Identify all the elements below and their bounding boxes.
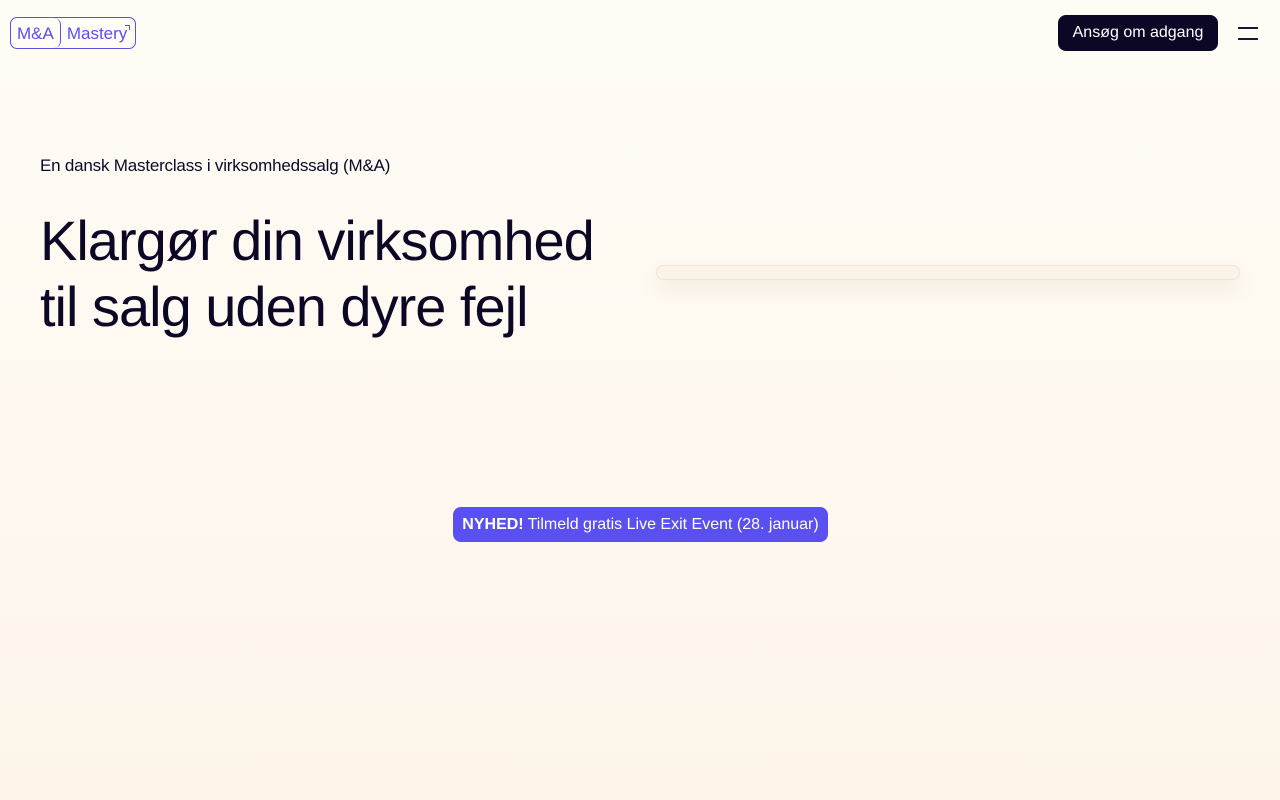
- logo-right-text: Mastery: [66, 23, 128, 43]
- hero-eyebrow: En dansk Masterclass i virksomhedssalg (…: [40, 156, 391, 175]
- hamburger-icon[interactable]: [1236, 24, 1260, 44]
- headline-line-2: til salg uden dyre fejl: [40, 275, 529, 338]
- menu-line: [1238, 27, 1258, 29]
- news-banner-link[interactable]: NYHED! Tilmeld gratis Live Exit Event (2…: [453, 507, 828, 542]
- arrow-icon: [125, 25, 131, 30]
- news-text: Tilmeld gratis Live Exit Event (28. janu…: [527, 515, 819, 533]
- apply-access-button[interactable]: Ansøg om adgang: [1058, 15, 1218, 51]
- logo[interactable]: M&A Mastery: [10, 17, 137, 49]
- logo-right: Mastery: [61, 18, 135, 48]
- menu-line: [1238, 38, 1258, 40]
- logo-left-text: M&A: [11, 18, 61, 48]
- news-tag: NYHED!: [462, 515, 524, 533]
- hero-headline: Klargør din virksomhed til salg uden dyr…: [40, 208, 640, 340]
- headline-line-1: Klargør din virksomhed: [40, 209, 595, 272]
- hero-media-card: [656, 265, 1240, 280]
